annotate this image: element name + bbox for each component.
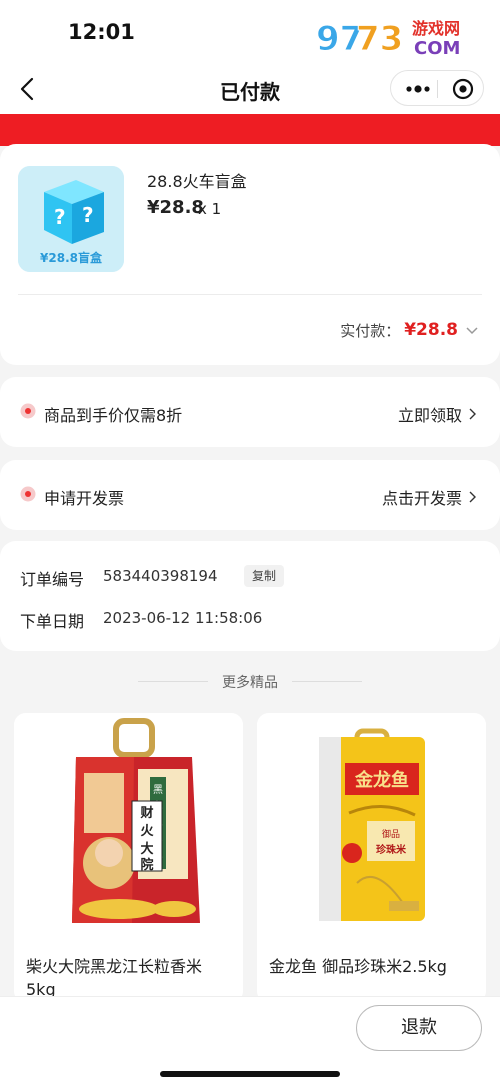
product-price: ¥28.8 xyxy=(147,197,204,218)
chevron-down-icon xyxy=(466,327,478,335)
svg-text:?: ? xyxy=(54,205,66,229)
copy-button[interactable]: 复制 xyxy=(244,565,284,587)
nav-bar: 已付款 xyxy=(0,64,500,114)
invoice-row[interactable]: 申请开发票 点击开发票 xyxy=(0,460,500,530)
divider xyxy=(292,681,362,682)
product-quantity: x 1 xyxy=(198,200,222,218)
svg-text:珍珠米: 珍珠米 xyxy=(376,843,407,856)
product-name: 柴火大院黑龙江长粒香米5kg xyxy=(26,957,203,999)
claim-coupon-label: 立即领取 xyxy=(397,406,462,425)
chevron-right-icon xyxy=(469,491,476,503)
order-date: 2023-06-12 11:58:06 xyxy=(103,609,263,627)
paid-amount: ¥28.8 xyxy=(404,320,458,340)
svg-text:73: 73 xyxy=(356,19,403,59)
svg-text:金龙鱼: 金龙鱼 xyxy=(354,769,409,791)
svg-text:?: ? xyxy=(82,203,94,227)
divider xyxy=(18,294,482,295)
more-products-title: 更多精品 xyxy=(222,675,278,691)
svg-text:火: 火 xyxy=(140,824,154,839)
svg-text:游戏网: 游戏网 xyxy=(412,19,460,38)
close-target-icon[interactable] xyxy=(451,77,475,101)
invoice-label: 申请开发票 xyxy=(44,489,125,508)
svg-text:大: 大 xyxy=(140,841,153,857)
order-number: 583440398194 xyxy=(103,567,218,585)
refund-button[interactable]: 退款 xyxy=(356,1005,482,1051)
product-card[interactable]: 黑 龙 江 长 粒 财 火 大 院 柴火大院黑龙江长粒香米5kg xyxy=(14,713,243,1003)
discount-label: 商品到手价仅需8折 xyxy=(44,406,183,425)
paid-amount-row[interactable]: 实付款： ¥28.8 xyxy=(340,319,480,341)
product-name: 金龙鱼 御品珍珠米2.5kg xyxy=(269,957,447,976)
product-name[interactable]: 28.8火车盲盒 xyxy=(147,168,247,192)
svg-text:院: 院 xyxy=(140,857,153,873)
home-indicator[interactable] xyxy=(160,1071,340,1077)
mini-program-capsule xyxy=(390,70,484,106)
product-image: 金龙鱼 御品 珍珠米 xyxy=(257,713,486,943)
bottom-action-bar: 退款 xyxy=(0,996,500,1084)
product-card[interactable]: 金龙鱼 御品 珍珠米 金龙鱼 御品珍珠米2.5kg xyxy=(257,713,486,1003)
chevron-right-icon xyxy=(469,408,476,420)
invoice-link[interactable]: 点击开发票 xyxy=(382,485,478,509)
product-image: 黑 龙 江 长 粒 财 火 大 院 xyxy=(14,713,243,943)
svg-text:黑: 黑 xyxy=(153,784,163,796)
more-dots-icon[interactable] xyxy=(403,77,433,101)
status-bar: 12:01 97 73 游戏网 COM xyxy=(0,0,500,64)
status-banner xyxy=(0,114,500,146)
coupon-icon xyxy=(20,403,36,419)
invoice-icon xyxy=(20,486,36,502)
paid-label: 实付款： xyxy=(340,321,401,340)
order-date-label: 下单日期 xyxy=(20,612,85,631)
watermark-logo: 97 73 游戏网 COM xyxy=(314,12,482,60)
svg-text:财: 财 xyxy=(140,805,153,821)
order-info-card: 订单编号 583440398194 复制 下单日期 2023-06-12 11:… xyxy=(0,541,500,651)
discount-row[interactable]: 商品到手价仅需8折 立即领取 xyxy=(0,377,500,447)
capsule-divider xyxy=(437,80,438,98)
invoice-action-label: 点击开发票 xyxy=(381,489,462,508)
svg-text:COM: COM xyxy=(414,38,460,59)
claim-coupon-link[interactable]: 立即领取 xyxy=(398,402,478,426)
status-time: 12:01 xyxy=(68,20,135,44)
order-card: ? ? ¥28.8盲盒 28.8火车盲盒 ¥28.8 x 1 实付款： ¥28.… xyxy=(0,144,500,365)
svg-text:¥28.8盲盒: ¥28.8盲盒 xyxy=(40,250,103,265)
svg-text:御品: 御品 xyxy=(382,828,400,840)
order-number-label: 订单编号 xyxy=(20,570,85,589)
product-thumbnail[interactable]: ? ? ¥28.8盲盒 xyxy=(18,166,124,272)
